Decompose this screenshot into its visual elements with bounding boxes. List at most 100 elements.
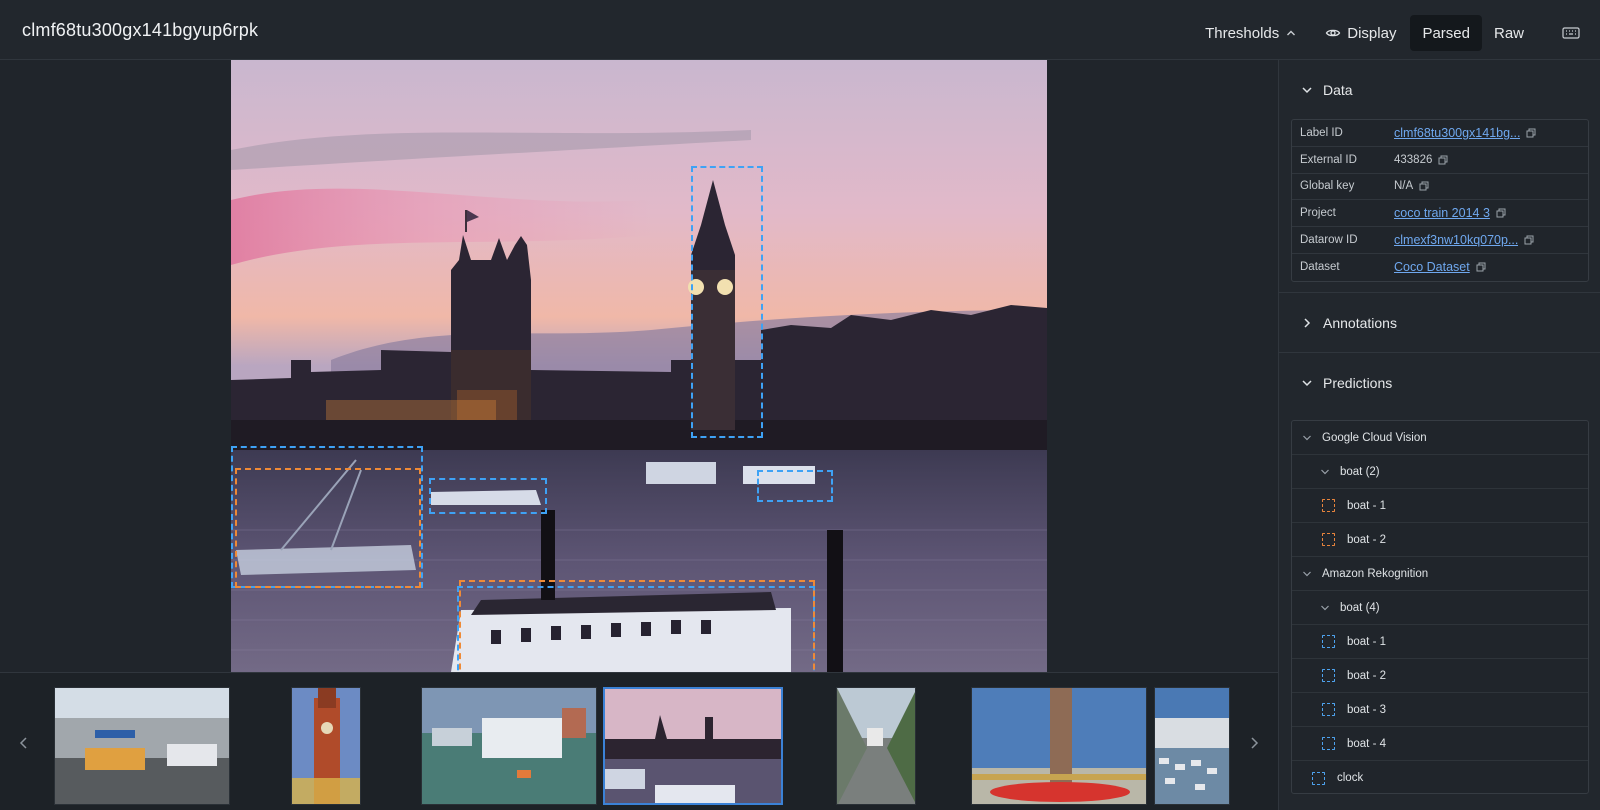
data-value: coco train 2014 3	[1394, 206, 1506, 220]
dataset-link[interactable]: Coco Dataset	[1394, 260, 1470, 274]
clock-box[interactable]	[691, 166, 763, 438]
data-value: 433826	[1394, 154, 1448, 166]
thumbnail-1[interactable]	[54, 687, 230, 805]
copy-icon[interactable]	[1438, 155, 1448, 165]
thresholds-button[interactable]: Thresholds	[1193, 15, 1309, 51]
boat-box-2[interactable]	[235, 468, 421, 588]
project-link[interactable]: coco train 2014 3	[1394, 206, 1490, 220]
prediction-label: boat - 2	[1347, 669, 1386, 682]
thumbnail-2[interactable]	[291, 687, 361, 805]
main-image[interactable]	[231, 60, 1047, 672]
data-row-project: Project coco train 2014 3	[1292, 200, 1588, 228]
boat-box-6[interactable]	[459, 580, 815, 672]
thumbnail-6[interactable]	[971, 687, 1147, 805]
prediction-item[interactable]: boat - 2	[1292, 523, 1588, 557]
thresholds-label: Thresholds	[1205, 24, 1280, 42]
prediction-item[interactable]: boat - 1	[1292, 489, 1588, 523]
prediction-item[interactable]: boat - 4	[1292, 727, 1588, 761]
model-name: Amazon Rekognition	[1322, 567, 1429, 580]
display-label: Display	[1347, 24, 1397, 42]
thumbnail-3[interactable]	[421, 687, 597, 805]
annotations-section-header[interactable]: Annotations	[1279, 293, 1600, 353]
prediction-item[interactable]: boat - 1	[1292, 625, 1588, 659]
bounding-box-icon	[1322, 533, 1335, 546]
display-button[interactable]: Display	[1313, 15, 1408, 51]
thumbnail-4-selected[interactable]	[603, 687, 783, 805]
chevron-down-icon	[1303, 571, 1311, 576]
class-group-boat[interactable]: boat (4)	[1292, 591, 1588, 625]
class-name: boat (4)	[1340, 601, 1380, 614]
prediction-item[interactable]: boat - 3	[1292, 693, 1588, 727]
filmstrip	[0, 672, 1278, 810]
prediction-label: boat - 4	[1347, 737, 1386, 750]
data-key: Label ID	[1300, 126, 1343, 139]
label-id-link[interactable]: clmf68tu300gx141bg...	[1394, 126, 1520, 140]
data-key: Project	[1300, 207, 1336, 220]
data-value: N/A	[1394, 180, 1429, 192]
prediction-item[interactable]: clock	[1292, 761, 1588, 793]
chevron-down-icon	[1321, 469, 1329, 474]
thumbnail-7[interactable]	[1154, 687, 1230, 805]
parsed-label: Parsed	[1422, 24, 1470, 42]
prediction-label: boat - 2	[1347, 533, 1386, 546]
eye-icon	[1326, 29, 1341, 37]
chevron-right-icon[interactable]	[1246, 735, 1262, 751]
details-sidebar: Data Label ID clmf68tu300gx141bg... Exte…	[1278, 60, 1600, 810]
bounding-box-icon	[1322, 703, 1335, 716]
data-row-dataset: Dataset Coco Dataset	[1292, 254, 1588, 281]
copy-icon[interactable]	[1526, 128, 1536, 138]
data-key: Dataset	[1300, 261, 1340, 274]
chevron-down-icon	[1321, 605, 1329, 610]
top-actions: Thresholds Display Parsed Raw	[1193, 15, 1600, 51]
chevron-left-icon[interactable]	[16, 735, 32, 751]
predictions-section-title: Predictions	[1323, 375, 1393, 391]
global-key-value: N/A	[1394, 180, 1414, 193]
data-row-datarow-id: Datarow ID clmexf3nw10kq070p...	[1292, 227, 1588, 254]
chevron-down-icon	[1303, 435, 1311, 440]
data-value: Coco Dataset	[1394, 260, 1486, 274]
prediction-label: boat - 3	[1347, 703, 1386, 716]
class-name: boat (2)	[1340, 465, 1380, 478]
predictions-tree: Google Cloud Vision boat (2) boat - 1 bo…	[1291, 420, 1589, 794]
chevron-down-icon	[1302, 380, 1312, 387]
model-group-google-cloud-vision[interactable]: Google Cloud Vision	[1292, 421, 1588, 455]
copy-icon[interactable]	[1524, 235, 1534, 245]
copy-icon[interactable]	[1419, 181, 1429, 191]
copy-icon[interactable]	[1476, 262, 1486, 272]
data-value: clmf68tu300gx141bg...	[1394, 126, 1536, 140]
raw-tab[interactable]: Raw	[1482, 15, 1536, 51]
external-id-value: 433826	[1394, 153, 1433, 166]
data-section-header[interactable]: Data	[1279, 60, 1600, 120]
copy-icon[interactable]	[1496, 208, 1506, 218]
image-viewer[interactable]	[0, 60, 1278, 672]
prediction-label: boat - 1	[1347, 635, 1386, 648]
parsed-tab[interactable]: Parsed	[1410, 15, 1482, 51]
keyboard-shortcuts-button[interactable]	[1550, 15, 1592, 51]
boat-box-4[interactable]	[757, 470, 833, 502]
chevron-up-icon	[1287, 30, 1296, 36]
data-section-title: Data	[1323, 82, 1353, 98]
keyboard-icon	[1562, 27, 1580, 39]
prediction-label: boat - 1	[1347, 499, 1386, 512]
data-value: clmexf3nw10kq070p...	[1394, 233, 1534, 247]
bounding-box-icon	[1322, 499, 1335, 512]
datarow-id-link[interactable]: clmexf3nw10kq070p...	[1394, 233, 1518, 247]
page-title: clmf68tu300gx141bgyup6rpk	[22, 20, 259, 40]
raw-label: Raw	[1493, 24, 1524, 42]
class-group-boat[interactable]: boat (2)	[1292, 455, 1588, 489]
data-row-global-key: Global key N/A	[1292, 174, 1588, 201]
chevron-right-icon	[1304, 317, 1311, 328]
bounding-box-icon	[1322, 669, 1335, 682]
bounding-box-icon	[1312, 771, 1325, 785]
boat-box-3[interactable]	[429, 478, 547, 514]
top-bar: clmf68tu300gx141bgyup6rpk Thresholds Dis…	[0, 0, 1600, 60]
predictions-section-header[interactable]: Predictions	[1279, 353, 1600, 413]
prediction-item[interactable]: boat - 2	[1292, 659, 1588, 693]
bounding-box-icon	[1322, 635, 1335, 648]
prediction-label: clock	[1337, 772, 1364, 784]
thumbnail-5[interactable]	[836, 687, 916, 805]
model-group-amazon-rekognition[interactable]: Amazon Rekognition	[1292, 557, 1588, 591]
data-table: Label ID clmf68tu300gx141bg... External …	[1291, 119, 1589, 282]
data-key: Datarow ID	[1300, 234, 1358, 247]
annotations-section-title: Annotations	[1323, 314, 1397, 331]
